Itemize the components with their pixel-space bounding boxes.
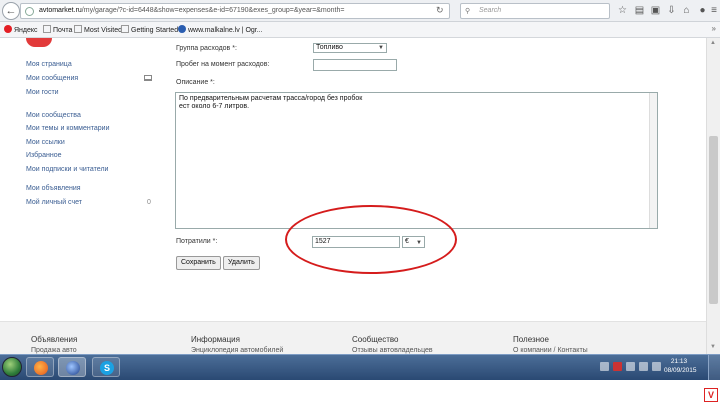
url-domain: avtomarket.ru (39, 7, 82, 14)
footer-link-community[interactable]: Отзывы автовладельцев (352, 347, 433, 354)
bookmark-label: www.malkalne.lv | Ogr... (188, 27, 263, 34)
address-bar[interactable]: avtomarket.ru/my/garage/?c-id=6448&show=… (20, 3, 450, 19)
chat-icon[interactable]: ● (696, 4, 709, 17)
bookmark-most-visited[interactable]: Most Visited (74, 25, 122, 35)
footer-link-useful[interactable]: О компании / Контакты (513, 347, 588, 354)
page-scrollbar[interactable]: ▲ ▼ (706, 38, 720, 354)
lock-icon[interactable]: ▣ (649, 4, 662, 17)
search-placeholder: Search (479, 7, 502, 14)
footer-link-info[interactable]: Энциклопедия автомобилей (191, 347, 283, 354)
yandex-icon (4, 25, 12, 33)
sidebar-item-links[interactable]: Мои ссылки (26, 139, 65, 146)
spent-label: Потратили *: (176, 238, 218, 245)
firefox-icon (34, 361, 48, 375)
bookmark-label: Яндекс (14, 27, 38, 34)
sidebar-item-guests[interactable]: Мои гости (26, 89, 59, 96)
tray-volume-icon[interactable] (652, 362, 661, 371)
reload-icon[interactable]: ↻ (436, 5, 444, 16)
url-path: /my/garage/?c-id=6448&show=expenses&e-id… (81, 7, 345, 14)
clipboard-icon[interactable]: ▤ (633, 4, 646, 17)
skype-icon: S (100, 361, 114, 375)
sidebar-item-account[interactable]: Мой личный счет (26, 199, 82, 206)
tray-network-icon[interactable] (626, 362, 635, 371)
save-button[interactable]: Сохранить (176, 256, 221, 270)
bookmark-label: Почта (53, 27, 73, 34)
search-icon: ⚲ (465, 8, 471, 15)
taskbar-skype[interactable]: S (92, 357, 120, 377)
site-icon (178, 25, 186, 33)
back-button[interactable]: ← (2, 2, 20, 20)
mileage-field[interactable] (313, 59, 397, 71)
star-icon[interactable]: ☆ (616, 4, 629, 17)
taskbar-firefox-active[interactable] (58, 357, 86, 377)
clock-time: 21:13 (670, 358, 688, 365)
sidebar-item-topics[interactable]: Мои темы и комментарии (26, 125, 109, 132)
sidebar-item-communities[interactable]: Мои сообщества (26, 112, 81, 119)
expense-group-label: Группа расходов *: (176, 45, 237, 52)
scroll-down-icon[interactable]: ▼ (710, 344, 716, 350)
bookmark-yandex[interactable]: Яндекс (4, 25, 38, 35)
description-label: Описание *: (176, 79, 215, 86)
description-line-2: ест около 6-7 литров. (179, 103, 250, 110)
expense-group-value: Топливо (316, 44, 343, 51)
home-icon[interactable]: ⌂ (680, 4, 693, 17)
textarea-scrollbar[interactable] (649, 93, 657, 228)
bookmark-label: Getting Started (131, 27, 179, 34)
bookmark-folder-icon (74, 25, 82, 33)
sidebar-item-messages[interactable]: Мои сообщения (26, 75, 78, 82)
bookmark-malkalne[interactable]: www.malkalne.lv | Ogr... (178, 25, 263, 35)
bottom-strip (0, 380, 720, 405)
clock-date: 08/09/2015 (664, 367, 697, 374)
sidebar-item-favorites[interactable]: Избранное (26, 152, 61, 159)
footer-title-useful: Полезное (513, 335, 549, 344)
search-input[interactable]: ⚲ Search (460, 3, 610, 19)
description-textarea[interactable]: По предварительным расчетам трасса/город… (175, 92, 658, 229)
highlight-oval (285, 205, 457, 274)
tray-antivirus-icon[interactable] (613, 362, 622, 371)
description-line-1: По предварительным расчетам трасса/город… (179, 95, 363, 102)
bookmark-mail[interactable]: Почта (43, 25, 72, 35)
sidebar-item-ads[interactable]: Мои объявления (26, 185, 81, 192)
footer-title-info: Информация (191, 335, 240, 344)
start-button[interactable] (2, 357, 22, 377)
footer-link-ads[interactable]: Продажа авто (31, 347, 77, 354)
menu-icon[interactable]: ≡ (709, 4, 719, 17)
tray-arrow-icon[interactable] (600, 362, 609, 371)
footer-title-community: Сообщество (352, 335, 399, 344)
mail-icon (144, 75, 152, 81)
bookmark-getting-started[interactable]: Getting Started (121, 25, 178, 35)
chevron-down-icon: ▼ (378, 45, 384, 51)
back-arrow-icon: ← (5, 5, 17, 17)
bookmarks-bar: Яндекс Почта Most Visited Getting Starte… (0, 22, 720, 38)
watermark-logo: V (704, 388, 718, 402)
mileage-label: Пробег на момент расходов: (176, 61, 270, 68)
bookmarks-overflow-icon[interactable]: » (712, 24, 716, 33)
browser-icon (66, 361, 80, 375)
taskbar-clock[interactable]: 21:13 08/09/2015 (664, 357, 697, 375)
sidebar-item-my-page[interactable]: Моя страница (26, 61, 72, 68)
sidebar-item-subscriptions[interactable]: Мои подписки и читатели (26, 166, 108, 173)
show-desktop-button[interactable] (708, 355, 720, 380)
footer-title-ads: Объявления (31, 335, 78, 344)
download-icon[interactable]: ⇩ (665, 4, 678, 17)
bookmark-label: Most Visited (84, 27, 122, 34)
page-icon (121, 25, 129, 33)
delete-button[interactable]: Удалить (223, 256, 260, 270)
taskbar-firefox[interactable] (26, 357, 54, 377)
scroll-thumb[interactable] (709, 136, 718, 304)
account-count: 0 (147, 199, 151, 206)
tray-flag-icon[interactable] (639, 362, 648, 371)
globe-icon (25, 7, 34, 16)
expense-group-select[interactable]: Топливо ▼ (313, 43, 387, 53)
browser-nav-bar: ← avtomarket.ru/my/garage/?c-id=6448&sho… (0, 0, 720, 22)
scroll-up-icon[interactable]: ▲ (710, 40, 716, 46)
mail-folder-icon (43, 25, 51, 33)
